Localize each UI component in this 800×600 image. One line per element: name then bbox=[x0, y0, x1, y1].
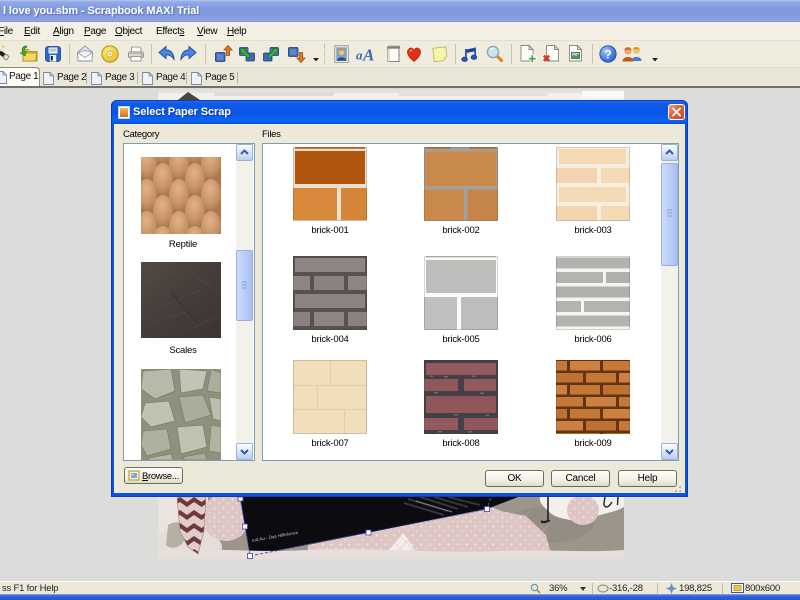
svg-text:?: ? bbox=[604, 48, 611, 62]
svg-text:a: a bbox=[356, 48, 363, 63]
svg-text:A: A bbox=[362, 46, 374, 65]
